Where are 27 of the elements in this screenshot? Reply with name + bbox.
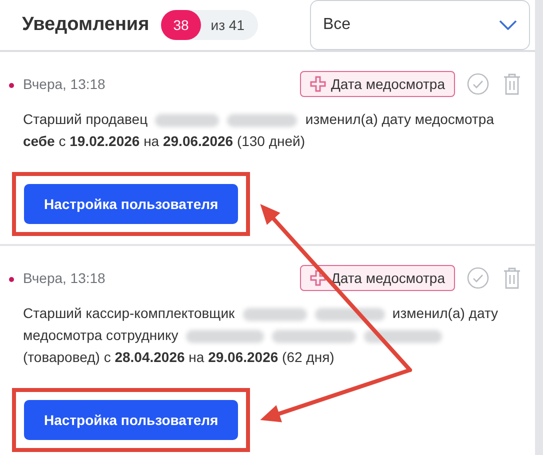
panel-title: Уведомления	[22, 14, 150, 36]
check-circle-icon[interactable]	[467, 73, 489, 95]
message-text: изменил(а) дату медосмотра	[305, 111, 494, 127]
chevron-down-icon	[499, 20, 517, 30]
message-text: Старший кассир-комплектовщик	[23, 305, 235, 321]
filter-select[interactable]: Все	[310, 0, 530, 50]
medical-cross-icon	[310, 76, 326, 92]
user-settings-button[interactable]: Настройка пользователя	[24, 400, 238, 440]
user-settings-button[interactable]: Настройка пользователя	[24, 184, 238, 224]
blurred-name	[314, 308, 385, 321]
notification-time: Вчера, 13:18	[23, 270, 106, 286]
check-circle-icon[interactable]	[467, 267, 489, 289]
message-text: (товаровед) с 28.04.2026 на 29.06.2026 (62 дня)	[23, 349, 334, 365]
message-text: Старший продавец	[23, 111, 148, 127]
message-text: изменил(а) дату	[392, 305, 498, 321]
message-text: медосмотра сотруднику	[23, 327, 178, 343]
total-count: из 41	[210, 17, 246, 33]
medical-cross-icon	[310, 270, 326, 286]
trash-icon[interactable]	[503, 73, 521, 95]
category-tag: Дата медосмотра	[300, 71, 455, 97]
notification-time: Вчера, 13:18	[23, 76, 106, 92]
blurred-name	[242, 308, 307, 321]
blurred-name	[227, 114, 298, 127]
message-text: себе с 19.02.2026 на 29.06.2026 (130 дней)	[23, 133, 306, 149]
trash-icon[interactable]	[503, 267, 521, 289]
blurred-name	[155, 114, 220, 127]
unread-count: 38	[161, 10, 201, 40]
